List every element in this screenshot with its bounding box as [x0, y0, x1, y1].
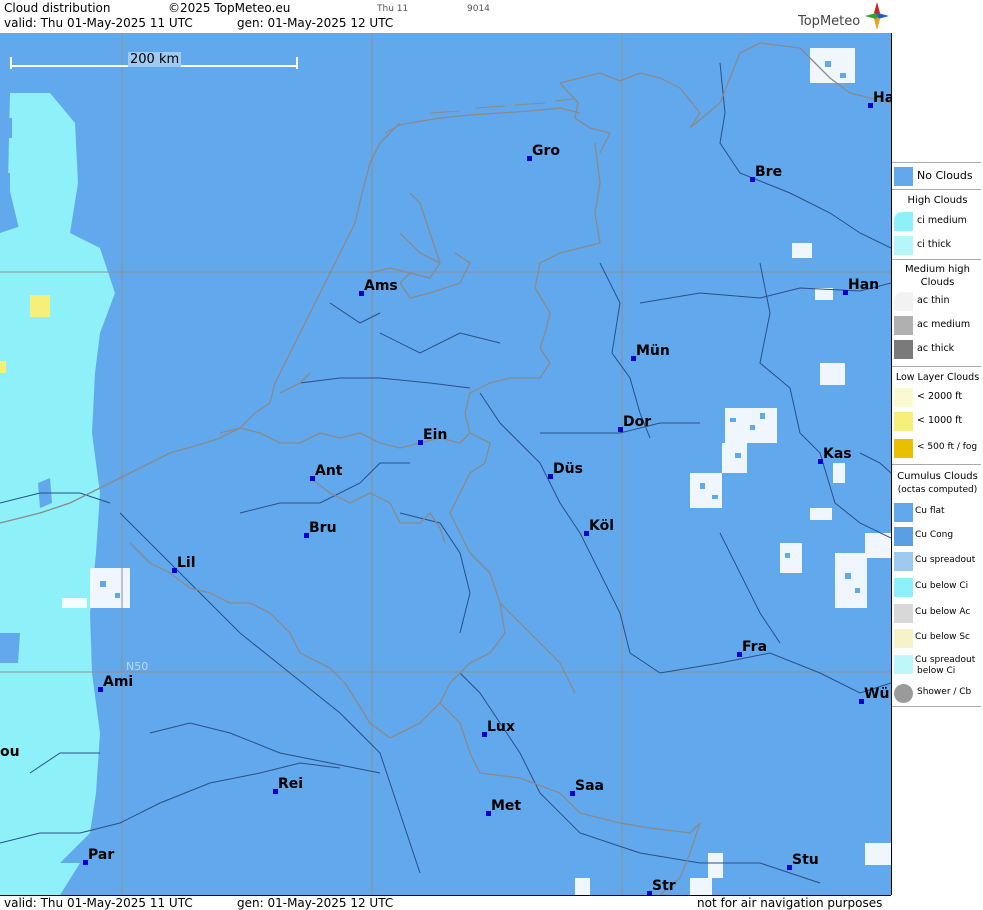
- legend-cu-spread: Cu spreadout: [892, 550, 983, 572]
- legend-cu-flat: Cu flat: [892, 501, 983, 523]
- legend-cu-heading: Cumulus Clouds: [897, 471, 978, 482]
- legend-ci-medium: ci medium: [892, 210, 983, 232]
- legend-low-heading: Low Layer Clouds: [895, 372, 980, 383]
- scale-bar: 200 km: [10, 52, 298, 69]
- code-small: 9014: [467, 4, 490, 14]
- valid-time: valid: Thu 01-May-2025 11 UTC: [4, 16, 193, 30]
- legend-low-500: < 500 ft / fog: [892, 437, 983, 459]
- legend-cu-below-sc: Cu below Sc: [892, 627, 983, 649]
- generated-time: gen: 01-May-2025 12 UTC: [237, 16, 394, 30]
- map-title: Cloud distribution: [4, 1, 111, 15]
- low-cloud-patch-2: [0, 361, 6, 373]
- ac-thin-swatch: [894, 292, 913, 311]
- shower-swatch: [894, 684, 913, 703]
- footer-disclaimer: not for air navigation purposes: [697, 896, 883, 910]
- cu-below-ci-swatch: [894, 578, 913, 597]
- low-2000-swatch: [894, 388, 913, 407]
- latitude-label: N50: [126, 660, 149, 673]
- day-small: Thu 11: [377, 4, 409, 14]
- scale-label: 200 km: [128, 52, 182, 67]
- cirrus-cloud-area: [0, 93, 115, 895]
- legend-ac-thin: ac thin: [892, 290, 983, 312]
- cu-flat-swatch: [894, 503, 913, 522]
- compass-star-icon: [865, 2, 889, 30]
- ac-medium-swatch: [894, 316, 913, 335]
- speckle-holes: [100, 61, 860, 598]
- legend-shower: Shower / Cb: [892, 682, 983, 704]
- legend-ci-thick: ci thick: [892, 234, 983, 256]
- legend-panel: No Clouds High Clouds ci medium ci thick…: [892, 0, 983, 909]
- ci-medium-swatch: [894, 212, 913, 231]
- legend-ac-medium: ac medium: [892, 314, 983, 336]
- no-clouds-swatch: [894, 167, 913, 186]
- footer-generated-time: gen: 01-May-2025 12 UTC: [237, 896, 394, 910]
- map-footer: valid: Thu 01-May-2025 11 UTC gen: 01-Ma…: [0, 895, 891, 910]
- legend-medium-heading: Medium high Clouds: [905, 264, 970, 288]
- legend-high-heading: High Clouds: [907, 195, 968, 206]
- low-cloud-patch: [30, 295, 50, 317]
- legend-cu-below-ci: Cu below Ci: [892, 576, 983, 598]
- legend-low-1000: < 1000 ft: [892, 410, 983, 432]
- cloud-map[interactable]: 200 km N50 Gro Bre Ha Ams Han Mün Dor Ei…: [0, 33, 892, 895]
- legend-ac-thick: ac thick: [892, 338, 983, 360]
- legend-cu-subheading: (octas computed): [897, 485, 978, 495]
- legend-cu-spread-below-ci: Cu spreadout below Ci: [892, 653, 983, 679]
- cu-below-ac-swatch: [894, 604, 913, 623]
- copyright: ©2025 TopMeteo.eu: [168, 1, 291, 15]
- ac-thick-swatch: [894, 340, 913, 359]
- low-500-swatch: [894, 439, 913, 458]
- graticule-lines: [0, 33, 891, 895]
- low-1000-swatch: [894, 412, 913, 431]
- topmeteo-logo-text: TopMeteo: [798, 14, 861, 29]
- legend-cu-cong: Cu Cong: [892, 525, 983, 547]
- cu-spread-swatch: [894, 552, 913, 571]
- cu-spread-below-ci-swatch: [894, 655, 913, 674]
- ci-thick-swatch: [894, 236, 913, 255]
- legend-no-clouds: No Clouds: [892, 165, 983, 187]
- footer-valid-time: valid: Thu 01-May-2025 11 UTC: [4, 896, 193, 910]
- cu-cong-swatch: [894, 527, 913, 546]
- cu-below-sc-swatch: [894, 629, 913, 648]
- legend-low-2000: < 2000 ft: [892, 386, 983, 408]
- map-graphics: [0, 33, 891, 895]
- legend-cu-below-ac: Cu below Ac: [892, 602, 983, 624]
- rivers: [0, 62, 891, 884]
- map-header: Cloud distribution ©2025 TopMeteo.eu Thu…: [0, 0, 891, 34]
- frisian-islands: [384, 98, 576, 134]
